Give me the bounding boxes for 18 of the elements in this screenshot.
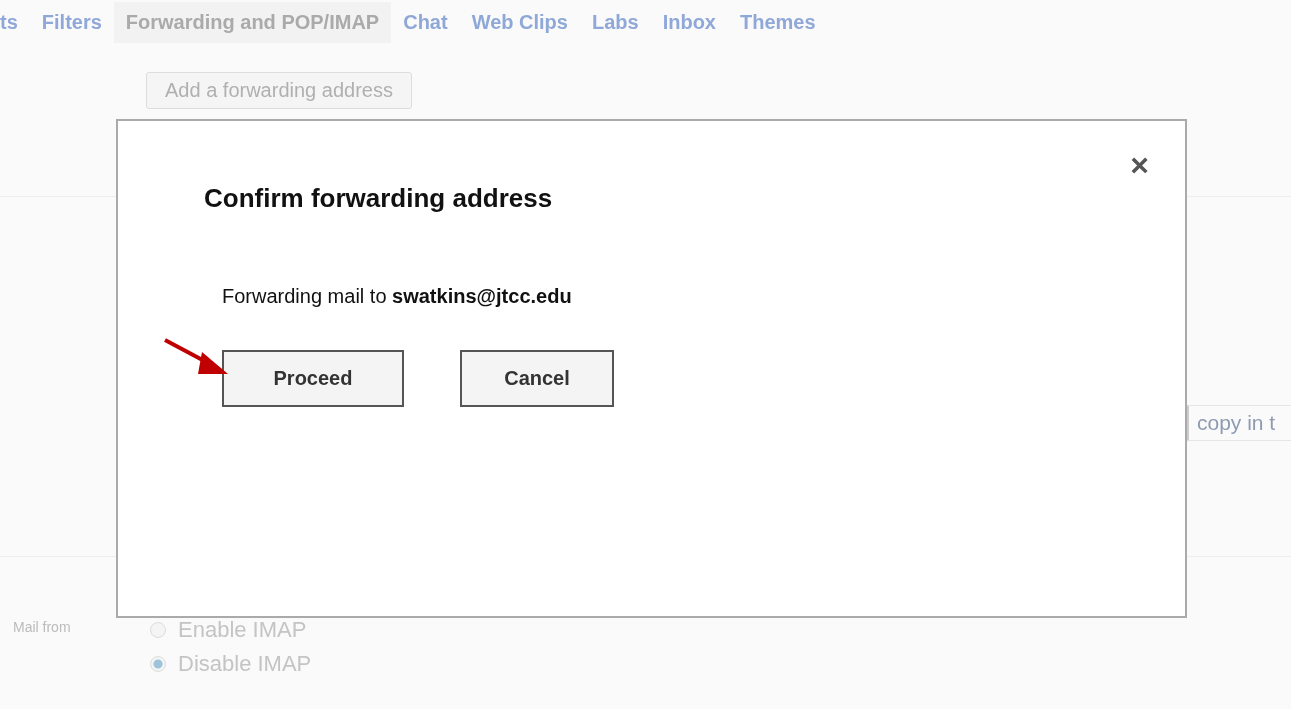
- dialog-button[interactable]: Proceed: [222, 350, 404, 407]
- settings-tab[interactable]: ts: [0, 2, 30, 43]
- settings-tab[interactable]: Labs: [579, 2, 651, 43]
- close-button[interactable]: ×: [1130, 149, 1149, 181]
- add-forwarding-button[interactable]: Add a forwarding address: [146, 72, 412, 109]
- settings-tab[interactable]: Inbox: [650, 2, 728, 43]
- settings-tab[interactable]: Web Clips: [459, 2, 580, 43]
- settings-tab[interactable]: Filters: [29, 2, 114, 43]
- radio-button[interactable]: [150, 656, 166, 672]
- dialog-title: Confirm forwarding address: [204, 183, 554, 214]
- setting-label: Mail from: [12, 618, 72, 637]
- settings-tab[interactable]: Themes: [728, 2, 828, 43]
- dialog-message: Forwarding mail to swatkins@jtcc.edu: [222, 285, 573, 308]
- settings-tab[interactable]: Chat: [391, 2, 460, 43]
- radio-button[interactable]: [150, 622, 166, 638]
- dialog-button[interactable]: Cancel: [460, 350, 614, 407]
- dropdown-field[interactable]: copy in t: [1186, 405, 1291, 441]
- settings-tab[interactable]: Forwarding and POP/IMAP: [113, 2, 392, 43]
